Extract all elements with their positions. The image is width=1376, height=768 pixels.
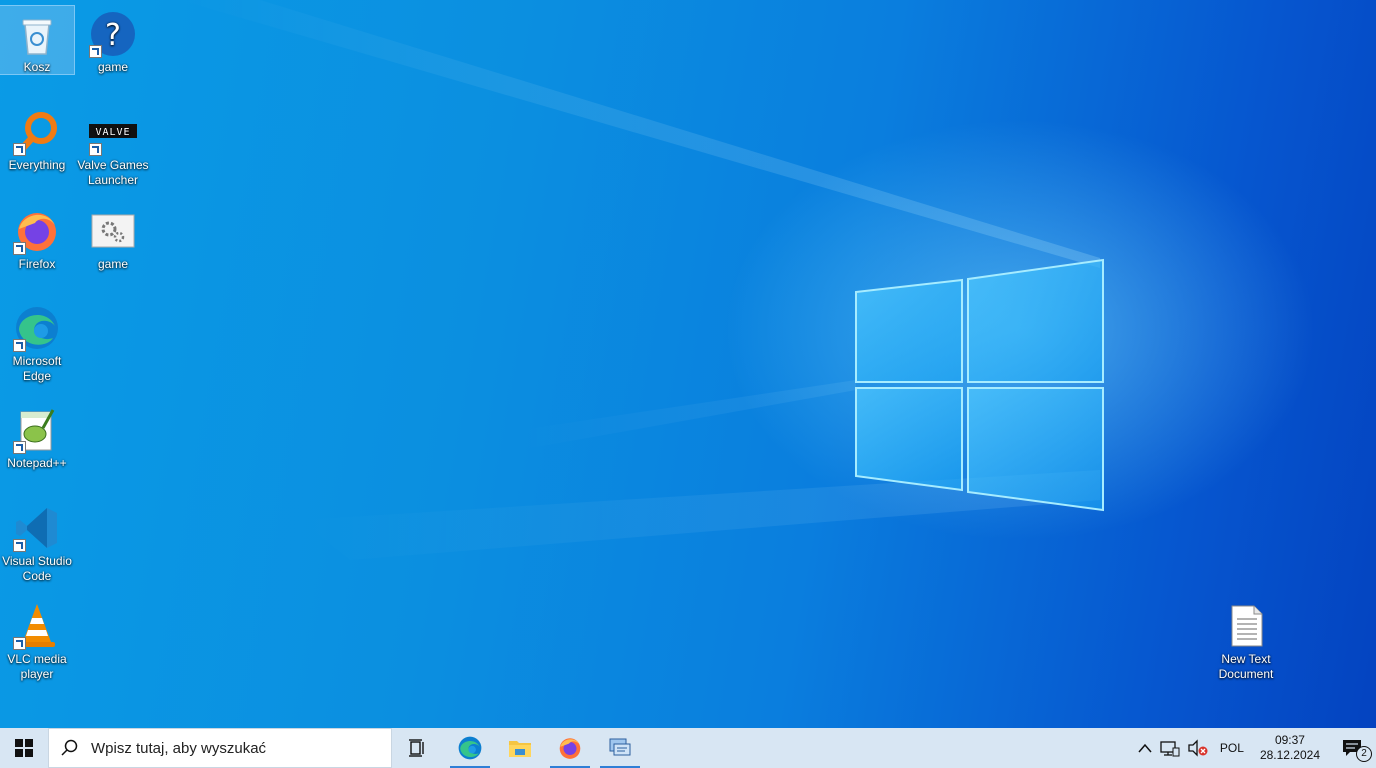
- vscode-icon: [13, 504, 61, 552]
- folder-icon: [509, 741, 531, 757]
- language-indicator[interactable]: POL: [1212, 728, 1252, 768]
- volume-button[interactable]: [1184, 728, 1212, 768]
- edge-icon: [458, 736, 482, 760]
- recycle-bin-icon: [13, 10, 61, 58]
- desktop-icon-game-app[interactable]: game: [76, 203, 150, 272]
- shortcut-arrow-icon: [89, 143, 102, 156]
- windows-logo-wallpaper: [855, 258, 1104, 512]
- network-wired-icon: [1160, 741, 1180, 757]
- desktop-icon-game-help[interactable]: ? game: [76, 6, 150, 75]
- search-input[interactable]: Wpisz tutaj, aby wyszukać: [48, 728, 392, 768]
- firefox-icon: [13, 207, 61, 255]
- shortcut-arrow-icon: [13, 539, 26, 552]
- valve-icon: VALVE: [89, 108, 137, 156]
- desktop-icon-label: New Text Document: [1218, 652, 1274, 681]
- clock[interactable]: 09:37 28.12.2024: [1252, 728, 1328, 768]
- desktop-icon-vscode[interactable]: Visual Studio Code: [0, 500, 74, 584]
- chevron-up-icon: [1138, 743, 1152, 753]
- desktop-icon-label: game: [97, 60, 129, 74]
- desktop-icon-new-text-document[interactable]: New Text Document: [1209, 598, 1283, 682]
- show-hidden-icons-button[interactable]: [1134, 728, 1156, 768]
- desktop-icon-label: Firefox: [18, 257, 56, 271]
- task-view-button[interactable]: [394, 728, 442, 768]
- shortcut-arrow-icon: [13, 143, 26, 156]
- desktop-icon-label: VLC media player: [7, 652, 67, 681]
- desktop-icon-label: Visual Studio Code: [2, 554, 72, 583]
- desktop-icon-label: Notepad++: [7, 456, 67, 470]
- desktop[interactable]: Kosz Everything Firefox Microsoft Edge N…: [0, 0, 1376, 728]
- taskbar-file-explorer-button[interactable]: [496, 728, 544, 768]
- shortcut-arrow-icon: [13, 242, 26, 255]
- start-button[interactable]: [0, 728, 48, 768]
- system-tray: POL 09:37 28.12.2024 2: [1134, 728, 1376, 768]
- shortcut-arrow-icon: [89, 45, 102, 58]
- windows-logo-icon: [15, 739, 33, 757]
- shortcut-arrow-icon: [13, 339, 26, 352]
- notification-count-badge: 2: [1356, 746, 1372, 762]
- desktop-icon-vlc[interactable]: VLC media player: [0, 598, 74, 682]
- taskbar-firefox-button[interactable]: [546, 728, 594, 768]
- svg-text:?: ?: [105, 18, 121, 53]
- action-center-button[interactable]: 2: [1328, 728, 1376, 768]
- taskbar: Wpisz tutaj, aby wyszukać POL 09:37 28.1…: [0, 728, 1376, 768]
- desktop-icon-everything[interactable]: Everything: [0, 104, 74, 173]
- firefox-icon: [559, 738, 581, 759]
- svg-text:VALVE: VALVE: [95, 127, 130, 138]
- desktop-icon-label: Valve Games Launcher: [77, 158, 149, 187]
- vlc-cone-icon: [13, 602, 61, 650]
- help-question-icon: ?: [89, 10, 137, 58]
- shortcut-arrow-icon: [13, 441, 26, 454]
- desktop-icon-label: game: [97, 257, 129, 271]
- taskbar-remote-desktop-button[interactable]: [596, 728, 644, 768]
- edge-icon: [13, 304, 61, 352]
- desktop-icon-label: Everything: [8, 158, 66, 172]
- desktop-icon-firefox[interactable]: Firefox: [0, 203, 74, 272]
- speaker-muted-icon: [1188, 739, 1208, 757]
- notepad-plus-plus-icon: [13, 406, 61, 454]
- clock-time: 09:37: [1274, 733, 1305, 747]
- desktop-icon-label: Microsoft Edge: [12, 354, 62, 383]
- taskbar-edge-button[interactable]: [446, 728, 494, 768]
- clock-date: 28.12.2024: [1259, 748, 1320, 762]
- text-document-icon: [1222, 602, 1270, 650]
- network-button[interactable]: [1156, 728, 1184, 768]
- gear-window-icon: [89, 207, 137, 255]
- desktop-icon-recycle-bin[interactable]: Kosz: [0, 5, 75, 75]
- desktop-icon-valve[interactable]: VALVE Valve Games Launcher: [76, 104, 150, 188]
- remote-desktop-icon: [609, 738, 631, 756]
- desktop-icon-notepad-plus-plus[interactable]: Notepad++: [0, 402, 74, 471]
- desktop-icon-edge[interactable]: Microsoft Edge: [0, 300, 74, 384]
- search-placeholder: Wpisz tutaj, aby wyszukać: [91, 739, 267, 757]
- task-view-icon: [409, 739, 424, 757]
- search-icon: [61, 739, 78, 756]
- desktop-icon-label: Kosz: [23, 60, 51, 74]
- shortcut-arrow-icon: [13, 637, 26, 650]
- everything-search-icon: [13, 108, 61, 156]
- wallpaper-art: [180, 0, 1104, 560]
